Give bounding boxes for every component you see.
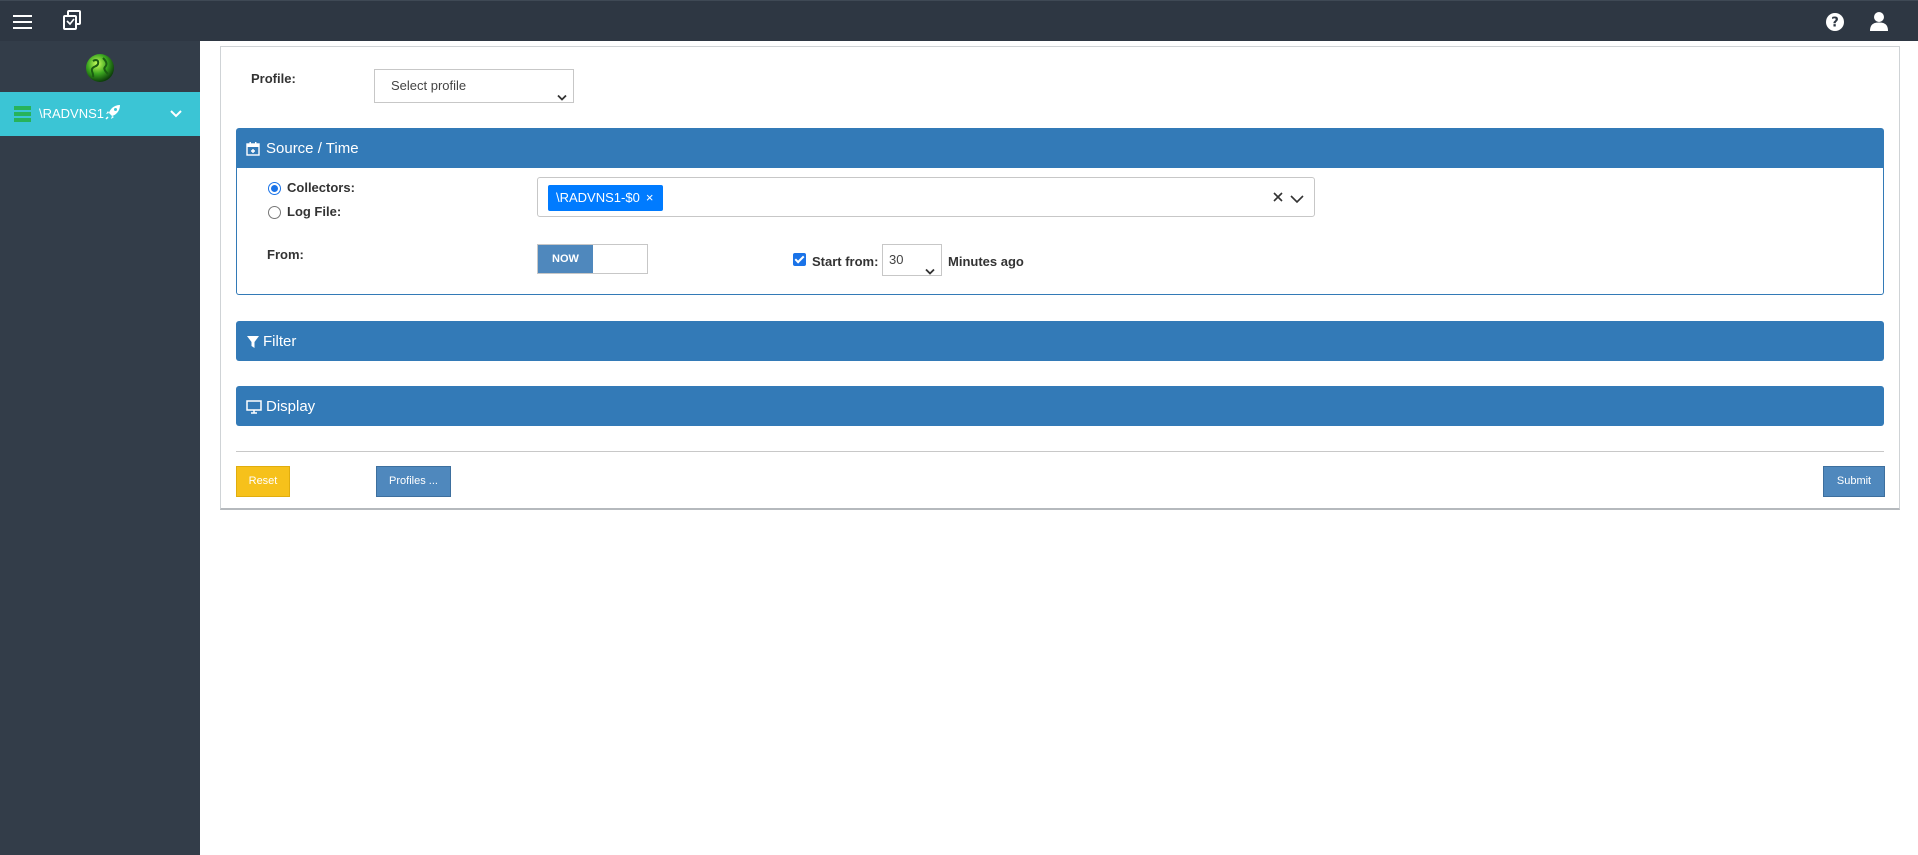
hamburger-menu-icon[interactable] [12, 12, 34, 32]
now-toggle-label: NOW [538, 245, 593, 273]
start-from-label: Start from: [812, 254, 879, 269]
chevron-down-icon [925, 257, 935, 275]
start-from-minutes-value: 30 [889, 252, 904, 267]
rocket-icon [104, 103, 122, 121]
clear-icon[interactable] [1272, 191, 1284, 203]
copy-icon[interactable] [62, 9, 84, 31]
collectors-multiselect[interactable]: \RADVNS1-$0 × [537, 177, 1315, 217]
help-icon[interactable]: ? [1824, 11, 1846, 33]
divider [236, 451, 1884, 452]
filter-icon [246, 335, 260, 349]
logfile-radio[interactable] [268, 206, 281, 219]
minutes-ago-label: Minutes ago [948, 254, 1024, 269]
logfile-label: Log File: [287, 204, 342, 219]
svg-text:?: ? [1831, 16, 1839, 31]
start-from-checkbox[interactable] [793, 253, 806, 266]
source-time-title: Source / Time [266, 140, 359, 157]
display-header[interactable]: Display [236, 386, 1884, 426]
submit-button[interactable]: Submit [1823, 466, 1885, 497]
source-time-body: Collectors: Log File: \RADVNS1-$0 × From:… [236, 167, 1884, 295]
collectors-label: Collectors: [287, 180, 355, 195]
display-title: Display [266, 398, 316, 415]
profile-label: Profile: [251, 71, 296, 86]
chevron-down-icon[interactable] [170, 107, 182, 118]
filter-header[interactable]: Filter [236, 321, 1884, 361]
globe-logo-icon [84, 52, 116, 84]
top-bar: ? [0, 0, 1918, 41]
chevron-down-icon [557, 82, 567, 101]
start-from-minutes-select[interactable]: 30 [882, 244, 942, 276]
collector-chip-label: \RADVNS1-$0 [556, 190, 640, 205]
chevron-down-icon[interactable] [1290, 192, 1304, 204]
user-icon[interactable] [1868, 10, 1890, 32]
profiles-button[interactable]: Profiles ... [376, 466, 451, 497]
sidebar: \RADVNS1 [0, 41, 200, 855]
reset-button[interactable]: Reset [236, 466, 290, 497]
profile-select[interactable]: Select profile [374, 69, 574, 103]
now-toggle[interactable]: NOW [537, 244, 648, 274]
collector-chip: \RADVNS1-$0 × [548, 185, 664, 211]
from-label: From: [267, 247, 304, 262]
database-icon [14, 106, 31, 122]
chip-remove-icon[interactable]: × [646, 190, 654, 205]
query-form-panel: Profile: Select profile Source / Time Co… [220, 46, 1900, 510]
filter-title: Filter [263, 333, 297, 350]
source-time-header[interactable]: Source / Time [236, 128, 1884, 168]
profile-select-value: Select profile [391, 78, 467, 93]
sidebar-item-radvns1[interactable]: \RADVNS1 [0, 92, 200, 136]
collectors-radio[interactable] [268, 182, 281, 195]
calendar-icon [246, 142, 260, 156]
sidebar-item-label: \RADVNS1 [39, 106, 105, 121]
monitor-icon [246, 400, 262, 414]
